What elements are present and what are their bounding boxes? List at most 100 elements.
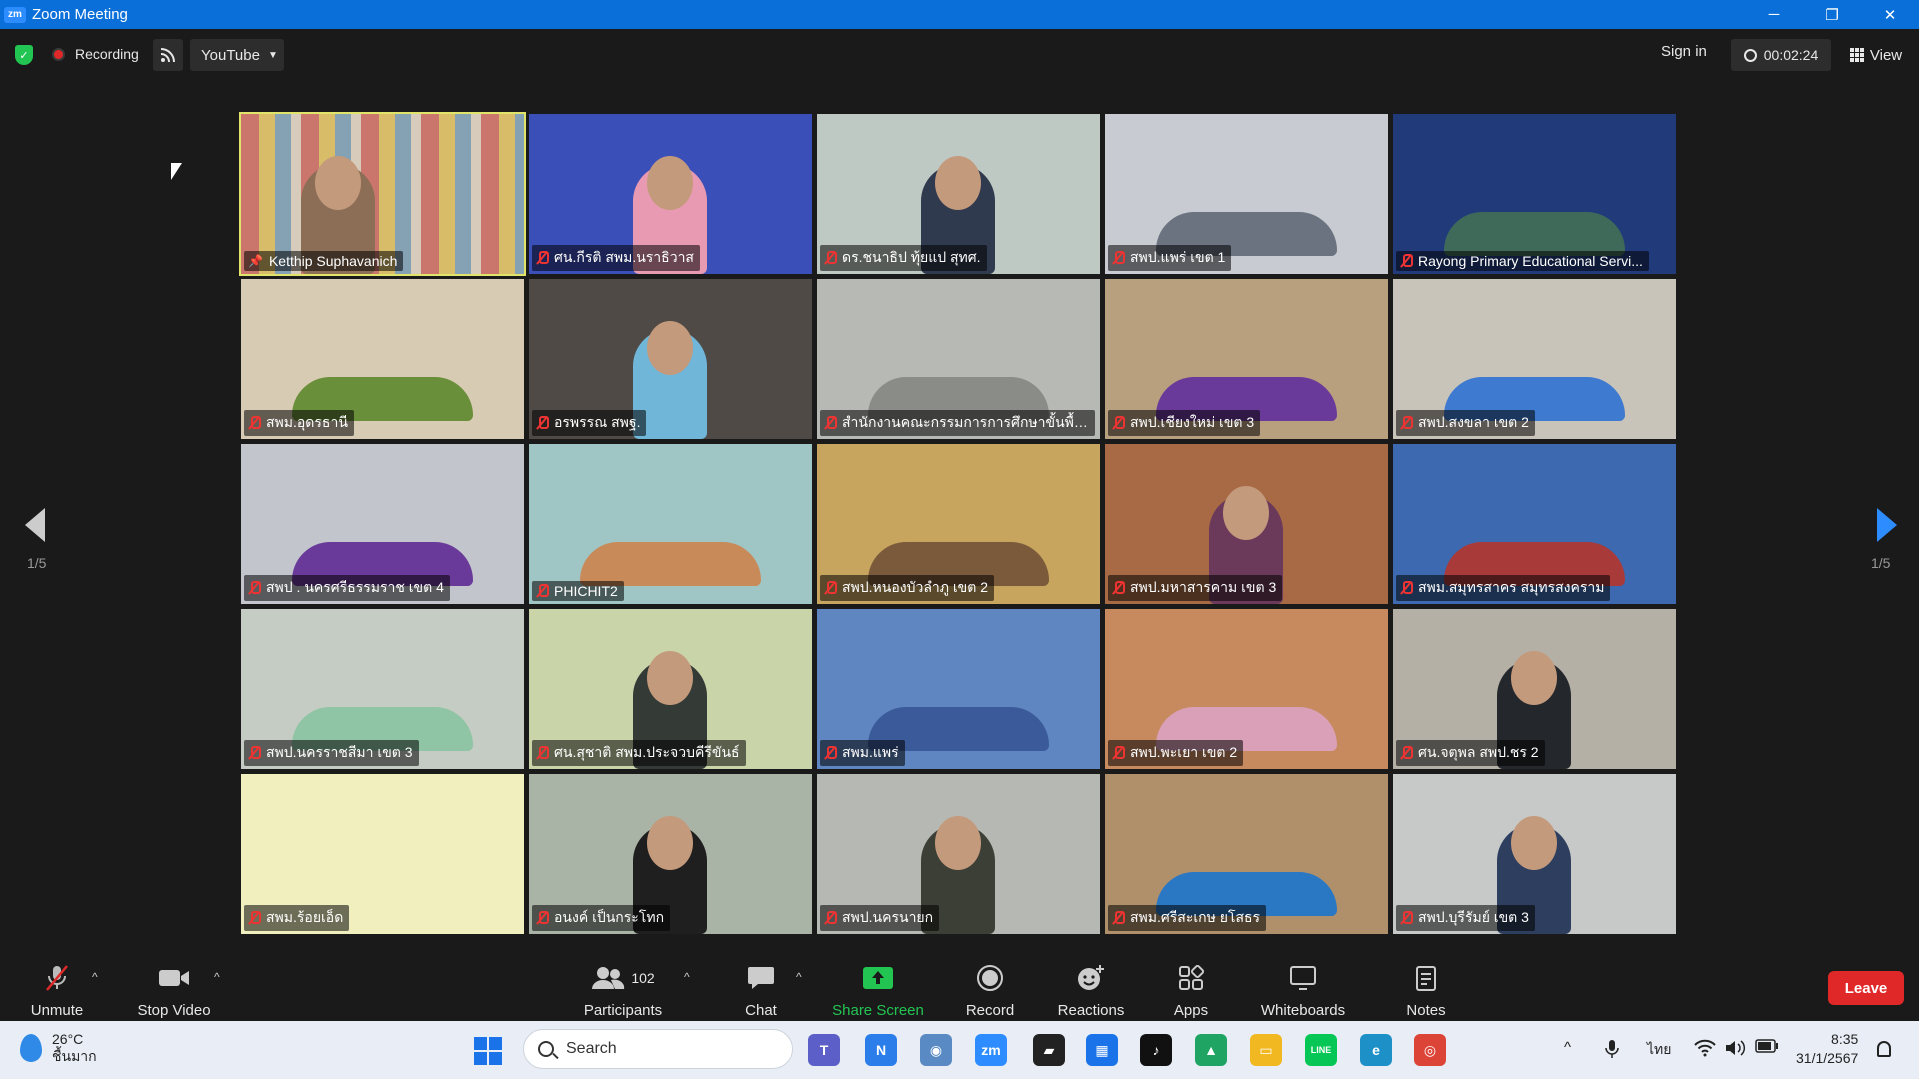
meeting-timer[interactable]: 00:02:24 <box>1731 39 1831 71</box>
participant-tile[interactable]: สพม.แพร่ <box>817 609 1100 769</box>
participant-tile[interactable]: สพป.แพร่ เขต 1 <box>1105 114 1388 274</box>
notification-bell-icon[interactable] <box>1877 1041 1891 1057</box>
muted-mic-icon <box>536 251 549 265</box>
file-explorer-app-icon[interactable]: ▭ <box>1250 1034 1282 1066</box>
participant-name: สพป.สงขลา เขต 2 <box>1418 414 1529 430</box>
minimize-button[interactable]: ─ <box>1745 0 1803 29</box>
stop-video-button[interactable]: Stop Video <box>134 953 214 1021</box>
show-hidden-icons-chevron[interactable]: ^ <box>1564 1039 1571 1056</box>
participant-tile[interactable]: สพป.บุรีรัมย์ เขต 3 <box>1393 774 1676 934</box>
participant-tile[interactable]: ศน.สุชาติ สพม.ประจวบคีรีขันธ์ <box>529 609 812 769</box>
line-app-icon[interactable]: LINE <box>1305 1034 1337 1066</box>
participant-tile[interactable]: ดร.ชนาธิป ทุ้ยแป สุทศ. <box>817 114 1100 274</box>
apps-button[interactable]: Apps <box>1171 953 1211 1021</box>
participant-name-tag: สพป.แพร่ เขต 1 <box>1108 245 1232 271</box>
next-page-arrow-icon[interactable] <box>1877 508 1897 542</box>
tiktok-app-icon[interactable]: ♪ <box>1140 1034 1172 1066</box>
chrome-app-icon[interactable]: ◎ <box>1414 1034 1446 1066</box>
share-screen-icon <box>862 964 894 992</box>
participant-name: สพป.พะเยา เขต 2 <box>1130 744 1238 760</box>
participant-name-tag: สพป.นครนายก <box>820 905 940 931</box>
taskbar-clock[interactable]: 8:35 31/1/2567 <box>1796 1030 1858 1068</box>
chat-button[interactable]: Chat <box>736 953 786 1021</box>
participant-name: สพป.บุรีรัมย์ เขต 3 <box>1418 909 1529 925</box>
participant-tile[interactable]: สพป.นครราชสีมา เขต 3 <box>241 609 524 769</box>
participant-tile[interactable]: PHICHIT2 <box>529 444 812 604</box>
view-button[interactable]: View <box>1843 39 1909 71</box>
zoom-logo-icon: zm <box>4 6 26 23</box>
teams-app-icon[interactable]: T <box>808 1034 840 1066</box>
taskbar-search-box[interactable]: Search <box>523 1029 793 1069</box>
calculator-app-icon[interactable]: ▦ <box>1086 1034 1118 1066</box>
participant-tile[interactable]: สพป.หนองบัวลำภู เขต 2 <box>817 444 1100 604</box>
participant-name: ศน.กีรติ สพม.นราธิวาส <box>554 249 694 265</box>
zoom-app-icon[interactable]: zm <box>975 1034 1007 1066</box>
live-stream-button[interactable] <box>153 39 183 71</box>
participant-tile[interactable]: ศน.กีรติ สพม.นราธิวาส <box>529 114 812 274</box>
sign-in-link[interactable]: Sign in <box>1661 43 1707 60</box>
restore-button[interactable]: ❐ <box>1803 0 1861 29</box>
participant-tile[interactable]: อนงค์ เป็นกระโทก <box>529 774 812 934</box>
participant-tile[interactable]: สพป . นครศรีธรรมราช เขต 4 <box>241 444 524 604</box>
network-app-icon[interactable]: ◉ <box>920 1034 952 1066</box>
whiteboards-button[interactable]: Whiteboards <box>1257 953 1349 1021</box>
sticky-notes-app-icon[interactable]: ▰ <box>1033 1034 1065 1066</box>
input-language[interactable]: ไทย <box>1647 1039 1671 1061</box>
share-screen-button[interactable]: Share Screen <box>832 953 924 1021</box>
participant-tile[interactable]: ศน.จตุพล สพป.ชร 2 <box>1393 609 1676 769</box>
participants-button[interactable]: 102 Participants <box>580 953 666 1021</box>
audio-options-chevron-icon[interactable]: ^ <box>92 970 98 984</box>
volume-icon[interactable] <box>1724 1039 1746 1061</box>
leave-button[interactable]: Leave <box>1828 971 1904 1005</box>
muted-mic-icon <box>536 746 549 760</box>
participant-tile[interactable]: สพป.สงขลา เขต 2 <box>1393 279 1676 439</box>
participant-count: 102 <box>631 970 655 986</box>
wifi-icon[interactable] <box>1694 1039 1716 1061</box>
participant-name-tag: สพป.หนองบัวลำภู เขต 2 <box>820 575 995 601</box>
notepad-app-icon[interactable]: N <box>865 1034 897 1066</box>
record-button[interactable]: Record <box>962 953 1018 1021</box>
participant-tile[interactable]: สพม.สมุทรสาคร สมุทรสงคราม <box>1393 444 1676 604</box>
edge-app-icon[interactable]: e <box>1360 1034 1392 1066</box>
participant-tile[interactable]: สำนักงานคณะกรรมการการศึกษาขั้นพื้นฐาน <box>817 279 1100 439</box>
participant-tile[interactable]: สพป.พะเยา เขต 2 <box>1105 609 1388 769</box>
participant-tile[interactable]: สพป.มหาสารคาม เขต 3 <box>1105 444 1388 604</box>
meeting-top-bar: ✓ Recording YouTube ▼ Sign in 00:02:24 V… <box>0 29 1919 79</box>
participant-tile[interactable]: Rayong Primary Educational Servi... <box>1393 114 1676 274</box>
meeting-table <box>579 542 762 586</box>
participant-tile[interactable]: สพม.อุดรธานี <box>241 279 524 439</box>
participant-name: ศน.สุชาติ สพม.ประจวบคีรีขันธ์ <box>554 744 740 760</box>
chat-options-chevron-icon[interactable]: ^ <box>796 970 802 984</box>
windows-start-icon[interactable] <box>474 1037 502 1065</box>
unmute-button[interactable]: Unmute <box>22 953 92 1021</box>
participant-tile[interactable]: อรพรรณ สพฐ. <box>529 279 812 439</box>
muted-mic-icon <box>248 746 261 760</box>
video-options-chevron-icon[interactable]: ^ <box>214 970 220 984</box>
title-bar: zm Zoom Meeting ─ ❐ ✕ <box>0 0 1919 29</box>
mic-icon[interactable] <box>1605 1039 1619 1063</box>
participant-tile[interactable]: สพม.ศรีสะเกษ ยโสธร <box>1105 774 1388 934</box>
recording-indicator[interactable]: Recording <box>52 43 139 65</box>
meeting-table <box>1443 212 1626 256</box>
weather-widget[interactable]: 26°C ชื้นมาก <box>20 1031 97 1065</box>
record-label: Record <box>965 1002 1015 1019</box>
participant-name-tag: สพม.ศรีสะเกษ ยโสธร <box>1108 905 1267 931</box>
participant-tile[interactable]: สพม.ร้อยเอ็ด <box>241 774 524 934</box>
participant-tile[interactable]: สพป.นครนายก <box>817 774 1100 934</box>
shield-icon[interactable]: ✓ <box>15 45 33 65</box>
participant-tile[interactable]: สพป.เชียงใหม่ เขต 3 <box>1105 279 1388 439</box>
close-button[interactable]: ✕ <box>1861 0 1919 29</box>
previous-page-arrow-icon[interactable] <box>25 508 45 542</box>
notes-button[interactable]: Notes <box>1404 953 1448 1021</box>
participant-name-tag: 📌 Ketthip Suphavanich <box>244 251 404 271</box>
participants-label: Participants <box>583 1002 663 1019</box>
participant-tile[interactable]: 📌 Ketthip Suphavanich <box>239 112 526 276</box>
battery-icon[interactable] <box>1755 1039 1779 1057</box>
stream-target-dropdown[interactable]: YouTube ▼ <box>190 39 284 71</box>
whiteboards-label: Whiteboards <box>1260 1002 1346 1019</box>
participants-options-chevron-icon[interactable]: ^ <box>684 970 690 984</box>
reactions-button[interactable]: Reactions <box>1056 953 1126 1021</box>
reactions-label: Reactions <box>1057 1002 1125 1019</box>
google-drive-app-icon[interactable]: ▲ <box>1195 1034 1227 1066</box>
participant-name-tag: ศน.จตุพล สพป.ชร 2 <box>1396 740 1545 766</box>
